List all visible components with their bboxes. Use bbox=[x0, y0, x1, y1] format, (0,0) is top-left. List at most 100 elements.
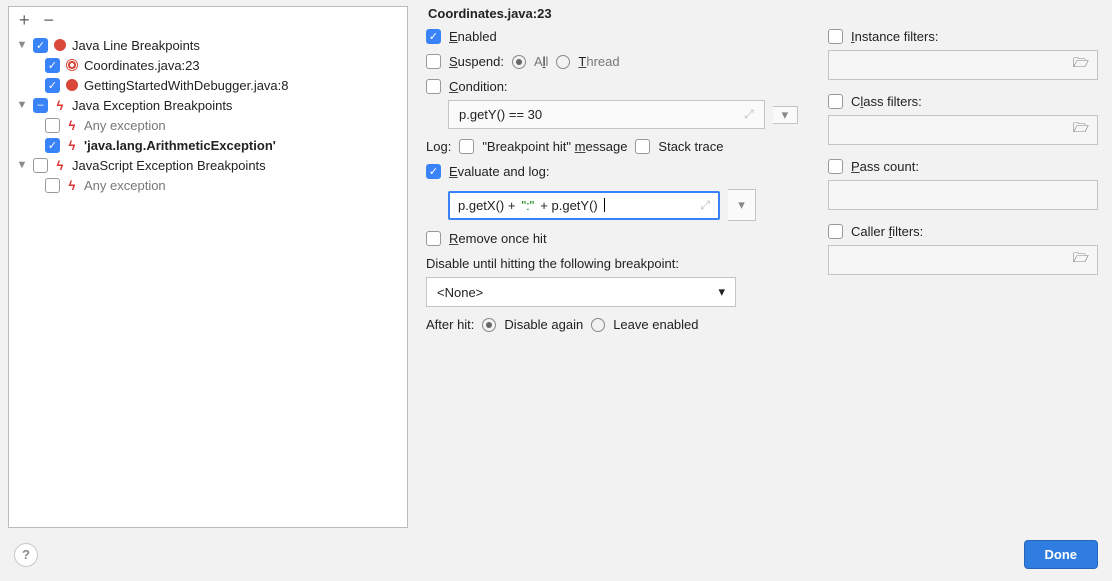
text-cursor bbox=[604, 198, 605, 212]
chevron-down-icon[interactable]: ▼ bbox=[15, 159, 29, 171]
lightning-icon: ϟ bbox=[52, 157, 68, 173]
add-breakpoint-icon[interactable]: + bbox=[19, 11, 30, 29]
breakpoint-icon bbox=[52, 37, 68, 53]
dialog-footer: ? Done bbox=[0, 534, 1112, 581]
condition-label: Condition: bbox=[449, 79, 508, 94]
suspend-thread-radio[interactable] bbox=[556, 55, 570, 69]
chevron-down-icon[interactable]: ▼ bbox=[15, 39, 29, 51]
eval-dropdown[interactable]: ▾ bbox=[728, 189, 756, 221]
checkbox[interactable]: ✓ bbox=[45, 138, 60, 153]
enabled-checkbox[interactable]: ✓ bbox=[426, 29, 441, 44]
checkbox[interactable]: ✓ bbox=[45, 58, 60, 73]
suspend-all-radio[interactable] bbox=[512, 55, 526, 69]
tree-item-label: GettingStartedWithDebugger.java:8 bbox=[84, 78, 289, 93]
after-disable-label: Disable again bbox=[504, 317, 583, 332]
tree-group-label: Java Line Breakpoints bbox=[72, 38, 200, 53]
after-hit-row: After hit: Disable again Leave enabled bbox=[426, 317, 798, 332]
help-button[interactable]: ? bbox=[14, 543, 38, 567]
log-stack-checkbox[interactable] bbox=[635, 139, 650, 154]
disable-until-select[interactable]: <None> ▾ bbox=[426, 277, 736, 307]
tree-item-label: Any exception bbox=[84, 118, 166, 133]
class-filters-label: Class filters: bbox=[851, 94, 922, 109]
lightning-icon: ϟ bbox=[64, 177, 80, 193]
disable-until-value: <None> bbox=[437, 285, 483, 300]
checkbox[interactable] bbox=[33, 158, 48, 173]
eval-input[interactable]: p.getX() + ":" + p.getY() ⤢ bbox=[448, 191, 720, 220]
after-disable-radio[interactable] bbox=[482, 318, 496, 332]
folder-icon[interactable]: 🗁 bbox=[1073, 119, 1089, 141]
remove-label: Remove once hit bbox=[449, 231, 547, 246]
tree-item-any-exception-js[interactable]: ϟ Any exception bbox=[9, 175, 407, 195]
chevron-down-icon: ▾ bbox=[718, 284, 725, 300]
suspend-checkbox[interactable] bbox=[426, 54, 441, 69]
eval-row: ✓ Evaluate and log: bbox=[426, 164, 798, 179]
class-filters-section: Class filters: 🗁 bbox=[828, 94, 1098, 145]
log-row: Log: "Breakpoint hit" message Stack trac… bbox=[426, 139, 798, 154]
eval-text-string: ":" bbox=[521, 198, 534, 213]
checkbox[interactable] bbox=[45, 178, 60, 193]
condition-placeholder: p.getY() == 30 bbox=[459, 107, 744, 122]
tree-item-any-exception-java[interactable]: ϟ Any exception bbox=[9, 115, 407, 135]
pass-count-checkbox[interactable] bbox=[828, 159, 843, 174]
checkbox-group-java-line[interactable]: ✓ bbox=[33, 38, 48, 53]
tree-group-java-exception[interactable]: ▼ – ϟ Java Exception Breakpoints bbox=[9, 95, 407, 115]
remove-checkbox[interactable] bbox=[426, 231, 441, 246]
condition-input[interactable]: p.getY() == 30 ⤢ bbox=[448, 100, 765, 129]
suspend-row: Suspend: All Thread bbox=[426, 54, 798, 69]
suspend-all-label: All bbox=[534, 54, 548, 69]
breakpoints-tree-pane: + − ▼ ✓ Java Line Breakpoints ✓ Coordina… bbox=[8, 6, 408, 528]
instance-filters-checkbox[interactable] bbox=[828, 29, 843, 44]
tree-item-gettingstarted[interactable]: ✓ GettingStartedWithDebugger.java:8 bbox=[9, 75, 407, 95]
tree-group-label: JavaScript Exception Breakpoints bbox=[72, 158, 266, 173]
breakpoints-tree: ▼ ✓ Java Line Breakpoints ✓ Coordinates.… bbox=[9, 33, 407, 527]
condition-dropdown[interactable]: ▾ bbox=[773, 106, 798, 124]
caller-filters-label: Caller filters: bbox=[851, 224, 923, 239]
checkbox[interactable]: ✓ bbox=[45, 78, 60, 93]
lightning-icon: ϟ bbox=[64, 117, 80, 133]
disable-until-label: Disable until hitting the following brea… bbox=[426, 256, 798, 271]
done-button[interactable]: Done bbox=[1024, 540, 1099, 569]
class-filters-checkbox[interactable] bbox=[828, 94, 843, 109]
tree-item-label: Any exception bbox=[84, 178, 166, 193]
tree-item-label: Coordinates.java:23 bbox=[84, 58, 200, 73]
instance-filters-input[interactable]: 🗁 bbox=[828, 50, 1098, 80]
log-stack-label: Stack trace bbox=[658, 139, 723, 154]
disable-until-section: Disable until hitting the following brea… bbox=[426, 256, 798, 307]
details-title: Coordinates.java:23 bbox=[422, 6, 1098, 29]
instance-filters-section: Instance filters: 🗁 bbox=[828, 29, 1098, 80]
class-filters-input[interactable]: 🗁 bbox=[828, 115, 1098, 145]
pass-count-label: Pass count: bbox=[851, 159, 919, 174]
expand-icon[interactable]: ⤢ bbox=[744, 107, 754, 122]
log-label: Log: bbox=[426, 139, 451, 154]
breakpoint-details-pane: Coordinates.java:23 ✓ Enabled Suspend: A… bbox=[408, 0, 1112, 534]
expand-icon[interactable]: ⤢ bbox=[700, 198, 710, 213]
condition-checkbox[interactable] bbox=[426, 79, 441, 94]
log-bpmsg-checkbox[interactable] bbox=[459, 139, 474, 154]
eval-label: Evaluate and log: bbox=[449, 164, 549, 179]
tree-item-coordinates[interactable]: ✓ Coordinates.java:23 bbox=[9, 55, 407, 75]
log-bpmsg-label: "Breakpoint hit" message bbox=[482, 139, 627, 154]
tree-item-arithmetic-exception[interactable]: ✓ ϟ 'java.lang.ArithmeticException' bbox=[9, 135, 407, 155]
tree-group-label: Java Exception Breakpoints bbox=[72, 98, 232, 113]
after-leave-radio[interactable] bbox=[591, 318, 605, 332]
tree-group-js-exception[interactable]: ▼ ϟ JavaScript Exception Breakpoints bbox=[9, 155, 407, 175]
eval-checkbox[interactable]: ✓ bbox=[426, 164, 441, 179]
remove-breakpoint-icon[interactable]: − bbox=[44, 11, 55, 29]
caller-filters-input[interactable]: 🗁 bbox=[828, 245, 1098, 275]
remove-row: Remove once hit bbox=[426, 231, 798, 246]
lightning-icon: ϟ bbox=[64, 137, 80, 153]
folder-icon[interactable]: 🗁 bbox=[1073, 54, 1089, 76]
lightning-icon: ϟ bbox=[52, 97, 68, 113]
caller-filters-checkbox[interactable] bbox=[828, 224, 843, 239]
tree-group-java-line[interactable]: ▼ ✓ Java Line Breakpoints bbox=[9, 35, 407, 55]
folder-icon[interactable]: 🗁 bbox=[1073, 249, 1089, 271]
chevron-down-icon[interactable]: ▼ bbox=[15, 99, 29, 111]
checkbox-indeterminate[interactable]: – bbox=[33, 98, 48, 113]
checkbox[interactable] bbox=[45, 118, 60, 133]
pass-count-section: Pass count: bbox=[828, 159, 1098, 210]
eval-text-suffix: + p.getY() bbox=[540, 198, 597, 213]
breakpoint-icon bbox=[64, 77, 80, 93]
pass-count-input[interactable] bbox=[828, 180, 1098, 210]
caller-filters-section: Caller filters: 🗁 bbox=[828, 224, 1098, 275]
instance-filters-label: Instance filters: bbox=[851, 29, 938, 44]
